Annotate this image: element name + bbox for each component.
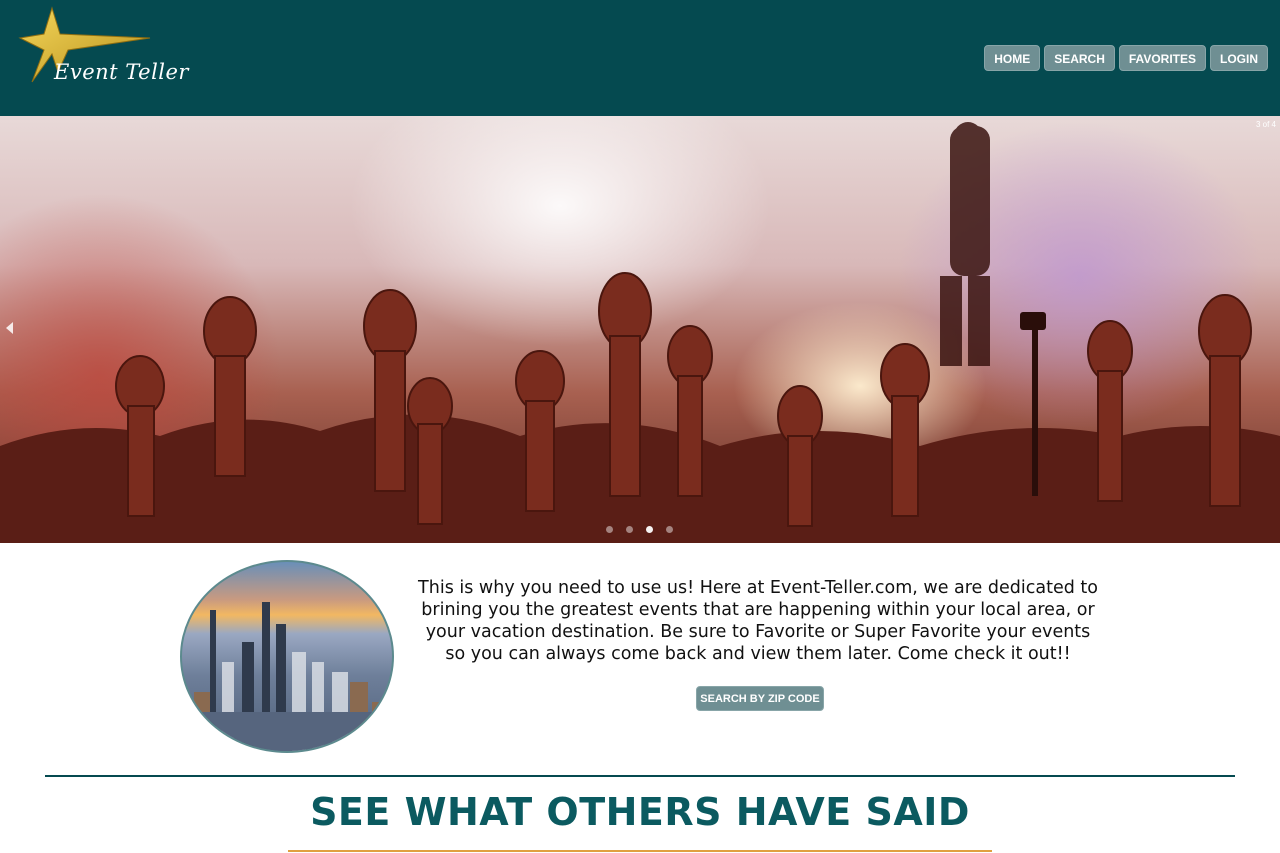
chevron-left-icon[interactable] [6, 322, 13, 334]
nav-search-button[interactable]: SEARCH [1044, 45, 1115, 71]
title-underline [288, 850, 992, 852]
testimonials-title: SEE WHAT OTHERS HAVE SAID [310, 790, 970, 834]
slide-indicators [606, 526, 673, 533]
slide-counter: 3 of 4 [1255, 120, 1276, 129]
hero-slider: 3 of 4 [0, 116, 1280, 543]
slide-dot-4[interactable] [666, 526, 673, 533]
main-nav: HOME SEARCH FAVORITES LOGIN [984, 45, 1268, 71]
slide-dot-1[interactable] [606, 526, 613, 533]
nav-login-button[interactable]: LOGIN [1210, 45, 1268, 71]
logo-text: Event Teller [54, 60, 189, 84]
slide-dot-3[interactable] [646, 526, 653, 533]
search-by-zip-button[interactable]: SEARCH BY ZIP CODE [696, 686, 824, 711]
site-header: Event Teller HOME SEARCH FAVORITES LOGIN [0, 0, 1280, 116]
nav-favorites-button[interactable]: FAVORITES [1118, 45, 1206, 71]
city-skyline-image [180, 560, 394, 753]
section-divider [45, 775, 1235, 777]
nav-home-button[interactable]: HOME [984, 45, 1041, 71]
slide-dot-2[interactable] [626, 526, 633, 533]
concert-crowd-image [0, 122, 1280, 543]
intro-text: This is why you need to use us! Here at … [418, 578, 1098, 664]
logo[interactable]: Event Teller [14, 4, 188, 94]
